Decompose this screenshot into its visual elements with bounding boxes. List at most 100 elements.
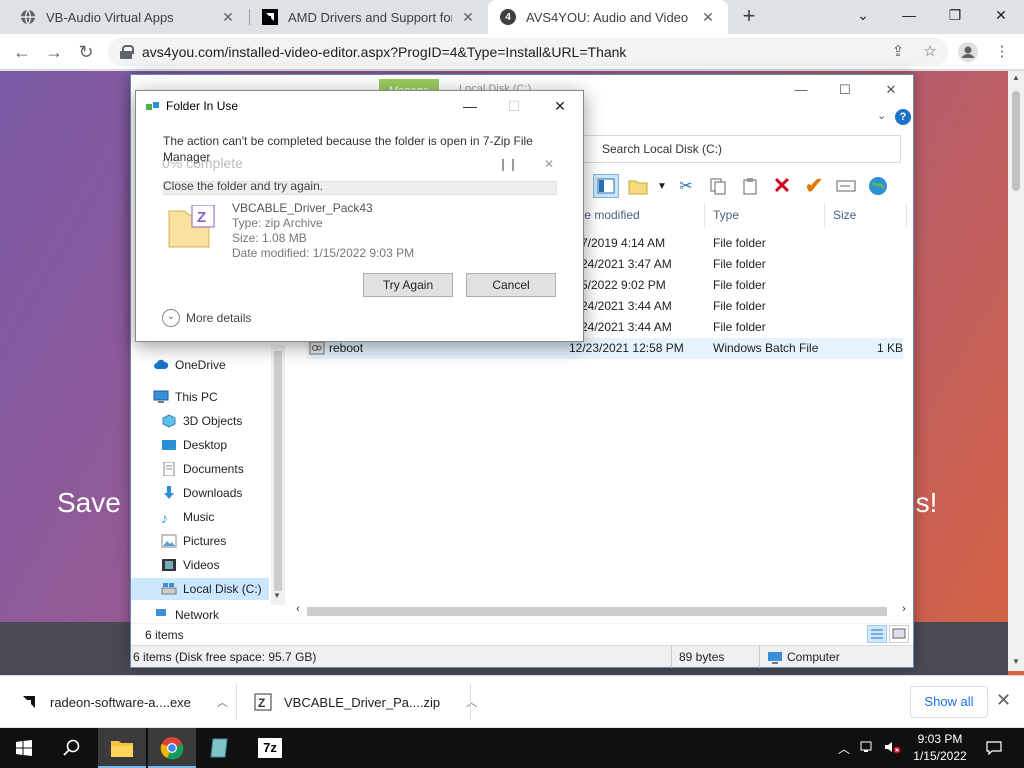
- tab-title: AMD Drivers and Support for Ra: [288, 9, 452, 25]
- network-icon[interactable]: [860, 740, 876, 757]
- nav-item-3d-objects[interactable]: 3D Objects: [161, 410, 242, 432]
- tab-close-icon[interactable]: ✕: [700, 9, 716, 26]
- column-header-type[interactable]: Type: [707, 203, 825, 227]
- zip-folder-icon: Z: [168, 204, 218, 249]
- checkmark-icon[interactable]: ✔: [801, 173, 827, 198]
- maximize-button[interactable]: ☐: [823, 79, 867, 101]
- tab-avs4you[interactable]: 4 AVS4YOU: Audio and Video Edito ✕: [488, 0, 728, 34]
- scrollbar-thumb[interactable]: [307, 607, 887, 616]
- scroll-up-icon[interactable]: ▲: [1008, 73, 1024, 82]
- details-view-icon[interactable]: [867, 625, 887, 643]
- large-icons-view-icon[interactable]: [889, 625, 909, 643]
- dropdown-arrow-icon[interactable]: ▼: [657, 174, 667, 198]
- search-box[interactable]: Search Local Disk (C:): [579, 135, 901, 163]
- nav-item-videos[interactable]: Videos: [161, 554, 219, 576]
- chrome-taskbar-icon[interactable]: [148, 728, 196, 768]
- forward-arrow-icon[interactable]: →: [42, 40, 66, 64]
- tab-amd[interactable]: AMD Drivers and Support for Ra ✕: [250, 0, 488, 34]
- close-window-button[interactable]: ✕: [978, 0, 1024, 30]
- file-date: 24/2021 3:44 AM: [581, 320, 672, 334]
- music-icon: ♪: [161, 510, 168, 526]
- show-all-button[interactable]: Show all: [910, 686, 988, 718]
- file-explorer-taskbar-icon[interactable]: [98, 728, 146, 768]
- restore-button[interactable]: ❐: [932, 0, 978, 30]
- scrollbar-thumb[interactable]: [1012, 91, 1020, 191]
- desktop-icon: [161, 438, 177, 452]
- nav-item-onedrive[interactable]: OneDrive: [153, 354, 226, 376]
- file-date: 7/2019 4:14 AM: [581, 236, 666, 250]
- horizontal-scrollbar[interactable]: ‹ ›: [291, 603, 911, 619]
- globe-icon: [20, 9, 36, 25]
- try-again-button[interactable]: Try Again: [363, 273, 453, 297]
- download-item-radeon[interactable]: radeon-software-a....exe ︿: [20, 676, 228, 728]
- paste-icon[interactable]: [737, 174, 763, 198]
- scroll-right-icon[interactable]: ›: [897, 603, 911, 615]
- nav-item-pictures[interactable]: Pictures: [161, 530, 226, 552]
- page-scrollbar[interactable]: ▲ ▼: [1008, 71, 1024, 671]
- taskbar-clock[interactable]: 9:03 PM 1/15/2022: [906, 731, 974, 765]
- address-bar[interactable]: avs4you.com/installed-video-editor.aspx?…: [108, 38, 948, 66]
- globe-icon[interactable]: [865, 174, 891, 198]
- nav-item-music[interactable]: ♪ Music: [161, 506, 214, 528]
- new-tab-button[interactable]: +: [738, 5, 760, 29]
- amd-icon: [262, 9, 278, 25]
- minimize-button[interactable]: —: [779, 79, 823, 101]
- back-arrow-icon[interactable]: ←: [10, 40, 34, 64]
- chevron-up-icon[interactable]: ︿: [466, 694, 477, 710]
- rename-icon[interactable]: [833, 174, 859, 198]
- scroll-left-icon[interactable]: ‹: [291, 603, 305, 615]
- zip-icon: Z: [254, 693, 272, 711]
- reload-icon[interactable]: ↻: [74, 40, 98, 64]
- preview-pane-icon[interactable]: [593, 174, 619, 198]
- scrollbar-thumb[interactable]: [274, 351, 282, 591]
- nav-item-documents[interactable]: Documents: [161, 458, 244, 480]
- share-icon[interactable]: ⇪: [888, 42, 908, 62]
- cut-icon[interactable]: ✂: [673, 174, 699, 198]
- menu-dots-icon[interactable]: ⋮: [992, 42, 1012, 62]
- close-button[interactable]: ✕: [540, 95, 580, 117]
- nav-pane-scrollbar[interactable]: ▼: [271, 345, 285, 605]
- tab-vb-audio[interactable]: VB-Audio Virtual Apps ✕: [8, 0, 248, 34]
- amd-icon: [20, 693, 38, 711]
- bookmark-star-icon[interactable]: ☆: [920, 42, 940, 62]
- cloud-icon: [153, 358, 169, 372]
- chevron-up-icon[interactable]: ︿: [838, 740, 850, 757]
- computer-icon: [153, 390, 169, 404]
- column-header-size[interactable]: Size: [827, 203, 907, 227]
- cancel-button[interactable]: Cancel: [466, 273, 556, 297]
- more-details-toggle[interactable]: ⌄ More details: [162, 309, 251, 327]
- volume-muted-icon[interactable]: [884, 740, 902, 757]
- column-header-date[interactable]: te modified: [575, 203, 705, 227]
- 7zip-taskbar-icon[interactable]: 7z: [246, 728, 294, 768]
- search-icon[interactable]: [48, 728, 96, 768]
- tab-search-button[interactable]: ⌄: [840, 0, 886, 30]
- nav-item-downloads[interactable]: Downloads: [161, 482, 242, 504]
- profile-avatar-icon[interactable]: [958, 42, 978, 62]
- tab-close-icon[interactable]: ✕: [220, 9, 236, 26]
- start-button[interactable]: [0, 728, 48, 768]
- lock-icon[interactable]: [120, 45, 134, 59]
- drive-icon: [161, 582, 177, 596]
- scroll-down-icon[interactable]: ▼: [1008, 657, 1024, 666]
- app-taskbar-icon[interactable]: [196, 728, 244, 768]
- chevron-up-icon[interactable]: ︿: [217, 694, 228, 710]
- close-button[interactable]: ✕: [869, 79, 913, 101]
- nav-item-desktop[interactable]: Desktop: [161, 434, 227, 456]
- nav-item-local-disk[interactable]: Local Disk (C:): [131, 578, 269, 600]
- nav-item-network[interactable]: Network: [153, 608, 219, 620]
- file-type: Windows Batch File: [713, 341, 819, 355]
- delete-icon[interactable]: ✕: [769, 173, 795, 198]
- copy-icon[interactable]: [705, 174, 731, 198]
- tab-close-icon[interactable]: ✕: [460, 9, 476, 26]
- new-folder-icon[interactable]: [625, 174, 651, 198]
- help-icon[interactable]: ?: [895, 109, 911, 125]
- scroll-down-icon[interactable]: ▼: [273, 591, 281, 600]
- status-bar: 6 items (Disk free space: 95.7 GB) 89 by…: [131, 645, 913, 668]
- nav-item-this-pc[interactable]: This PC: [153, 386, 218, 408]
- minimize-button[interactable]: —: [886, 0, 932, 30]
- close-shelf-icon[interactable]: ✕: [996, 690, 1011, 711]
- ribbon-expand-chevron-icon[interactable]: ⌄: [877, 109, 886, 122]
- download-item-vbcable[interactable]: Z VBCABLE_Driver_Pa....zip ︿: [254, 676, 477, 728]
- minimize-button[interactable]: —: [450, 95, 490, 117]
- notifications-icon[interactable]: [970, 728, 1018, 768]
